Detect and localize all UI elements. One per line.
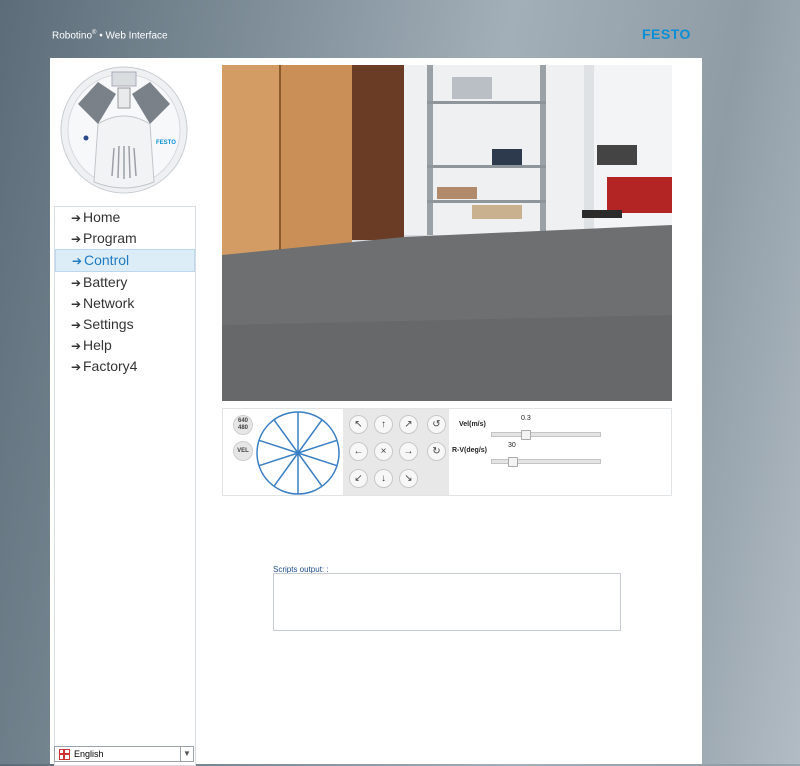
- arrow-right-icon: ➔: [71, 232, 82, 246]
- app-title-main: Robotino: [52, 30, 93, 42]
- camera-view: [222, 65, 672, 401]
- resolution-height: 480: [237, 425, 248, 431]
- rv-slider-thumb[interactable]: [508, 457, 518, 467]
- nav-label: Factory4: [83, 358, 138, 374]
- arrow-right-icon: ➔: [72, 254, 83, 268]
- scripts-output-box[interactable]: [273, 573, 621, 631]
- nav-label: Battery: [83, 274, 128, 290]
- language-select[interactable]: English ▼: [54, 746, 194, 762]
- nav-item-network[interactable]: ➔ Network: [55, 293, 195, 314]
- robot-image: FESTO: [60, 66, 188, 194]
- nav-item-settings[interactable]: ➔ Settings: [55, 314, 195, 335]
- rotate-ccw-button[interactable]: ↺: [427, 415, 446, 434]
- nav-label: Help: [83, 337, 112, 353]
- move-up-right-button[interactable]: ↗: [399, 415, 418, 434]
- move-right-button[interactable]: →: [399, 442, 418, 461]
- nav-label: Home: [83, 209, 121, 225]
- move-up-left-button[interactable]: ↖: [349, 415, 368, 434]
- nav-item-program[interactable]: ➔ Program: [55, 228, 195, 249]
- app-title-rest: • Web Interface: [96, 30, 168, 42]
- nav-item-help[interactable]: ➔ Help: [55, 335, 195, 356]
- arrow-right-icon: ➔: [71, 276, 82, 290]
- nav-item-control[interactable]: ➔ Control: [55, 249, 195, 272]
- arrow-right-icon: ➔: [71, 211, 82, 225]
- resolution-button[interactable]: 640 480: [233, 415, 253, 435]
- move-left-button[interactable]: ←: [349, 442, 368, 461]
- chevron-down-icon[interactable]: ▼: [180, 747, 193, 761]
- sidebar: ➔ Home ➔ Program ➔ Control ➔ Battery ➔ Networ…: [54, 206, 196, 766]
- omni-wheel-control[interactable]: [255, 410, 341, 496]
- arrow-right-icon: ➔: [71, 360, 82, 374]
- control-bar: 640 480 VEL ↖ ↑ ↗ ↺ ← × → ↻ ↙ ↓ ↘ Vel(m/…: [222, 408, 672, 496]
- stop-button[interactable]: ×: [374, 442, 393, 461]
- uk-flag-icon: [59, 749, 70, 760]
- svg-text:FESTO: FESTO: [156, 140, 176, 146]
- vel-value: 0.3: [521, 415, 531, 422]
- rotate-cw-button[interactable]: ↻: [427, 442, 446, 461]
- move-down-left-button[interactable]: ↙: [349, 469, 368, 488]
- nav-label: Control: [84, 252, 130, 268]
- arrow-right-icon: ➔: [71, 297, 82, 311]
- direction-pad: ↖ ↑ ↗ ↺ ← × → ↻ ↙ ↓ ↘: [343, 409, 449, 495]
- vel-label: Vel(m/s): [459, 421, 486, 428]
- main-panel: FESTO ➔ Home ➔ Program ➔ Control ➔ Battery ➔…: [50, 58, 702, 766]
- nav-list: ➔ Home ➔ Program ➔ Control ➔ Battery ➔ Networ…: [55, 207, 195, 377]
- nav-label: Settings: [83, 316, 134, 332]
- vel-slider-track[interactable]: [491, 432, 601, 437]
- app-title: Robotino® • Web Interface: [52, 30, 168, 41]
- nav-item-battery[interactable]: ➔ Battery: [55, 272, 195, 293]
- move-down-right-button[interactable]: ↘: [399, 469, 418, 488]
- rv-label: R-V(deg/s): [452, 447, 487, 454]
- arrow-right-icon: ➔: [71, 318, 82, 332]
- move-down-button[interactable]: ↓: [374, 469, 393, 488]
- nav-label: Program: [83, 230, 137, 246]
- language-selected: English: [74, 749, 104, 759]
- vel-slider-thumb[interactable]: [521, 430, 531, 440]
- nav-item-home[interactable]: ➔ Home: [55, 207, 195, 228]
- resolution-width: 640: [237, 418, 248, 424]
- festo-logo: FESTO: [642, 26, 691, 42]
- nav-item-factory4[interactable]: ➔ Factory4: [55, 356, 195, 377]
- move-up-button[interactable]: ↑: [374, 415, 393, 434]
- top-bar: Robotino® • Web Interface FESTO: [0, 0, 800, 58]
- arrow-right-icon: ➔: [71, 339, 82, 353]
- vel-button[interactable]: VEL: [233, 441, 253, 461]
- nav-label: Network: [83, 295, 135, 311]
- rv-value: 30: [508, 442, 516, 449]
